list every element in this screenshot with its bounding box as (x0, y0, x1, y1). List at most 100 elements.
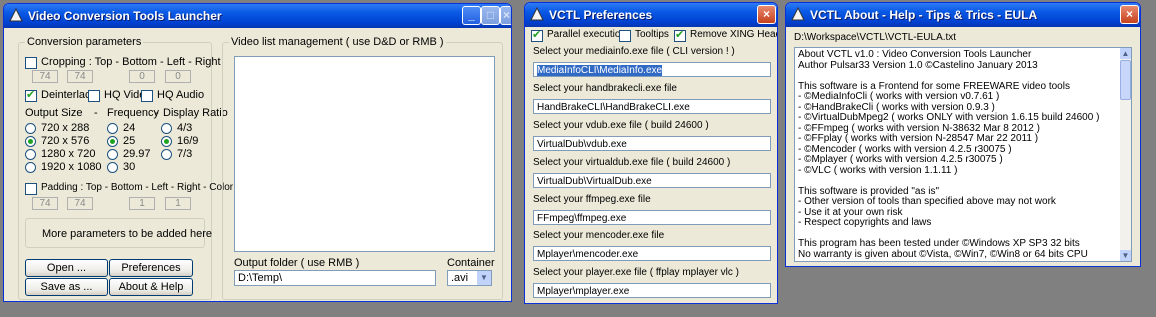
app-icon (791, 7, 805, 21)
pref-path-input[interactable]: Mplayer\mplayer.exe (533, 283, 771, 298)
video-list-group: Video list management ( use D&D or RMB )… (222, 36, 503, 300)
preferences-button[interactable]: Preferences (109, 259, 193, 277)
eula-line (798, 71, 1116, 82)
crop-right-field: 0 (165, 70, 191, 83)
freq-25-radio[interactable] (107, 136, 118, 147)
about-titlebar[interactable]: VCTL About - Help - Tips & Trics - EULA … (786, 3, 1140, 27)
close-button[interactable]: × (1120, 5, 1139, 24)
freq-24-radio[interactable] (107, 123, 118, 134)
output-folder-input[interactable]: D:\Temp\ (234, 270, 436, 286)
size-720x288-label: 720 x 288 (41, 122, 90, 134)
launcher-window: Video Conversion Tools Launcher _ □ × Co… (3, 3, 512, 302)
pad-left-field: 1 (129, 197, 155, 210)
parallel-execution-label: Parallel execution (547, 29, 626, 40)
tooltips-checkbox[interactable] (619, 30, 631, 42)
size-720x288-radio[interactable] (25, 123, 36, 134)
preferences-window: VCTL Preferences × Parallel execution To… (524, 2, 778, 304)
size-1280x720-label: 1280 x 720 (41, 148, 96, 160)
pref-path-input[interactable]: Mplayer\mencoder.exe (533, 246, 771, 261)
pref-label: Select your player.exe file ( ffplay mpl… (533, 267, 740, 278)
ratio-7-3-label: 7/3 (177, 148, 193, 160)
crop-left-field: 0 (129, 70, 155, 83)
hq-video-checkbox[interactable] (88, 90, 100, 102)
eula-line: - ©VLC ( works with version 1.1.11 ) (798, 164, 958, 176)
header-separator: - (155, 107, 159, 119)
pref-item-player: Select your player.exe file ( ffplay mpl… (528, 267, 776, 303)
output-folder-label: Output folder ( use RMB ) (234, 257, 360, 269)
container-value: .avi (451, 272, 469, 284)
ratio-4-3-radio[interactable] (161, 123, 172, 134)
crop-top-field: 74 (32, 70, 58, 83)
scroll-thumb[interactable] (1120, 60, 1131, 100)
minimize-button[interactable]: _ (462, 6, 481, 25)
cropping-label: Cropping : Top - Bottom - Left - Right (41, 56, 221, 68)
frequency-header: Frequency (107, 107, 159, 119)
freq-25-label: 25 (123, 135, 136, 147)
pref-path-input[interactable]: VirtualDub\VirtualDub.exe (533, 173, 771, 188)
cropping-checkbox[interactable] (25, 57, 37, 69)
preferences-titlebar[interactable]: VCTL Preferences × (525, 3, 777, 27)
eula-line: About VCTL v1.0 : Video Conversion Tools… (798, 49, 1032, 60)
padding-checkbox[interactable] (25, 183, 37, 195)
eula-scrollbar[interactable]: ▲ ▼ (1120, 48, 1131, 261)
pref-item-ffmpeg: Select your ffmpeg.exe file FFmpeg\ffmpe… (528, 194, 776, 230)
launcher-titlebar[interactable]: Video Conversion Tools Launcher _ □ × (4, 4, 511, 28)
save-as-button[interactable]: Save as ... (25, 278, 108, 296)
container-select[interactable]: .avi ▼ (447, 270, 492, 286)
size-1920x1080-radio[interactable] (25, 162, 36, 173)
pref-path-input[interactable]: HandBrakeCLI\HandBrakeCLI.exe (533, 99, 771, 114)
video-list[interactable] (234, 56, 495, 252)
about-help-button[interactable]: About & Help (109, 278, 193, 296)
container-label: Container (447, 257, 495, 269)
scroll-down-icon[interactable]: ▼ (1120, 250, 1131, 261)
size-1920x1080-label: 1920 x 1080 (41, 161, 102, 173)
pref-label: Select your mencoder.exe file (533, 230, 665, 241)
pref-path-input[interactable]: FFmpeg\ffmpeg.exe (533, 210, 771, 225)
eula-line: - Other version of tools than specified … (798, 196, 1056, 207)
size-720x576-radio[interactable] (25, 136, 36, 147)
launcher-client: Conversion parameters Cropping : Top - B… (8, 28, 507, 300)
pref-label: Select your mediainfo.exe file ( CLI ver… (533, 46, 735, 57)
eula-line: - ©VirtualDubMpeg2 ( works ONLY with ver… (798, 112, 1100, 123)
hq-audio-checkbox[interactable] (141, 90, 153, 102)
freq-24-label: 24 (123, 122, 136, 134)
close-button[interactable]: × (757, 5, 776, 24)
freq-30-radio[interactable] (107, 162, 118, 173)
video-list-group-label: Video list management ( use D&D or RMB ) (229, 36, 446, 48)
hq-audio-label: HQ Audio (157, 89, 205, 101)
maximize-button: □ (481, 6, 500, 25)
output-size-header: Output Size (25, 107, 83, 119)
crop-bottom-field: 74 (67, 70, 93, 83)
eula-line: This program has been tested under ©Wind… (798, 238, 1080, 249)
eula-line (798, 176, 1116, 187)
ratio-16-9-radio[interactable] (161, 136, 172, 147)
more-params-box: More parameters to be added here (25, 218, 212, 248)
ratio-4-3-label: 4/3 (177, 122, 193, 134)
parallel-execution-checkbox[interactable] (531, 28, 543, 42)
pref-label: Select your virtualdub.exe file ( build … (533, 157, 731, 168)
deinterlace-checkbox[interactable] (25, 88, 37, 102)
preferences-title: VCTL Preferences (549, 8, 653, 22)
tooltips-label: Tooltips (635, 29, 669, 40)
padding-label: Padding : Top - Bottom - Left - Right - … (41, 182, 234, 193)
pad-bottom-field: 74 (67, 197, 93, 210)
open-button[interactable]: Open ... (25, 259, 108, 277)
dropdown-arrow-icon[interactable]: ▼ (477, 271, 491, 285)
eula-textarea[interactable]: About VCTL v1.0 : Video Conversion Tools… (794, 47, 1132, 262)
ratio-7-3-radio[interactable] (161, 149, 172, 160)
eula-line: - ©MediaInfoCli ( works with version v0.… (798, 91, 1000, 102)
pref-path-input[interactable]: VirtualDub\vdub.exe (533, 136, 771, 151)
pad-top-field: 74 (32, 197, 58, 210)
remove-xing-checkbox[interactable] (674, 28, 686, 42)
close-button: × (500, 6, 511, 25)
header-separator: - (94, 107, 98, 119)
conversion-group: Conversion parameters Cropping : Top - B… (18, 36, 233, 300)
launcher-title: Video Conversion Tools Launcher (28, 9, 222, 23)
app-icon (9, 8, 23, 22)
pref-item-vdub: Select your vdub.exe file ( build 24600 … (528, 120, 776, 156)
pad-right-field: 1 (165, 197, 191, 210)
size-1280x720-radio[interactable] (25, 149, 36, 160)
scroll-up-icon[interactable]: ▲ (1120, 48, 1131, 59)
pref-path-input[interactable]: MediaInfoCLI\MediaInfo.exe (533, 62, 771, 77)
freq-2997-radio[interactable] (107, 149, 118, 160)
